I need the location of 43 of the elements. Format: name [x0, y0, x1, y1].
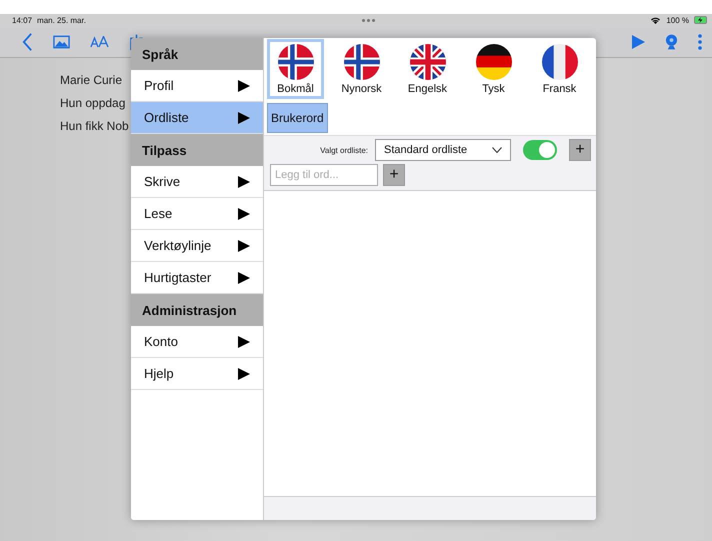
- language-option[interactable]: Engelsk: [399, 39, 456, 99]
- status-date: man. 25. mar.: [37, 16, 86, 24]
- document-line: Hun fikk Nob: [60, 118, 129, 135]
- add-word-field[interactable]: Legg til ord...: [270, 164, 378, 186]
- language-label: Fransk: [542, 82, 576, 94]
- language-option[interactable]: Tysk: [465, 39, 522, 99]
- add-wordlist-button[interactable]: +: [569, 139, 591, 161]
- wordlist-dropdown[interactable]: Standard ordliste: [375, 139, 511, 161]
- menu-section-header: Språk: [131, 38, 263, 70]
- document-line: Hun oppdag: [60, 95, 126, 112]
- wifi-icon: [650, 16, 662, 24]
- flag-icon: [344, 44, 380, 80]
- language-option[interactable]: Nynorsk: [333, 39, 390, 99]
- image-icon[interactable]: [53, 34, 70, 48]
- status-time: 14:07: [12, 16, 32, 24]
- toggle-switch[interactable]: [523, 140, 557, 160]
- language-label: Bokmål: [277, 82, 314, 94]
- language-option[interactable]: Fransk: [531, 39, 588, 99]
- chevron-icon: [492, 147, 502, 153]
- triangle-icon: [238, 368, 250, 380]
- language-label: Engelsk: [408, 82, 448, 94]
- flag-icon: [410, 44, 446, 80]
- multitask-dots-icon[interactable]: [362, 18, 375, 22]
- tab[interactable]: Brukerord: [267, 103, 328, 133]
- battery-icon: [694, 16, 708, 24]
- language-option[interactable]: Bokmål: [267, 39, 324, 99]
- flag-icon: [278, 44, 314, 80]
- flag-icon: [476, 44, 512, 80]
- back-icon[interactable]: [22, 32, 33, 52]
- language-label: Nynorsk: [341, 82, 382, 94]
- webcam-icon[interactable]: [665, 32, 678, 50]
- menu-section-header: Tilpass: [131, 134, 263, 166]
- text-size-icon[interactable]: [90, 36, 110, 48]
- menu-item[interactable]: Ordliste: [131, 102, 263, 134]
- document-line: Marie Curie: [60, 72, 122, 89]
- language-label: Tysk: [482, 82, 505, 94]
- battery-percent: 100 %: [666, 16, 690, 24]
- wordlist-label: Valgt ordliste:: [320, 146, 368, 154]
- add-word-button[interactable]: +: [383, 164, 405, 186]
- play-icon[interactable]: [631, 34, 645, 48]
- more-icon[interactable]: [698, 34, 702, 50]
- menu-section-header: Administrasjon: [131, 294, 263, 326]
- flag-icon: [542, 44, 578, 80]
